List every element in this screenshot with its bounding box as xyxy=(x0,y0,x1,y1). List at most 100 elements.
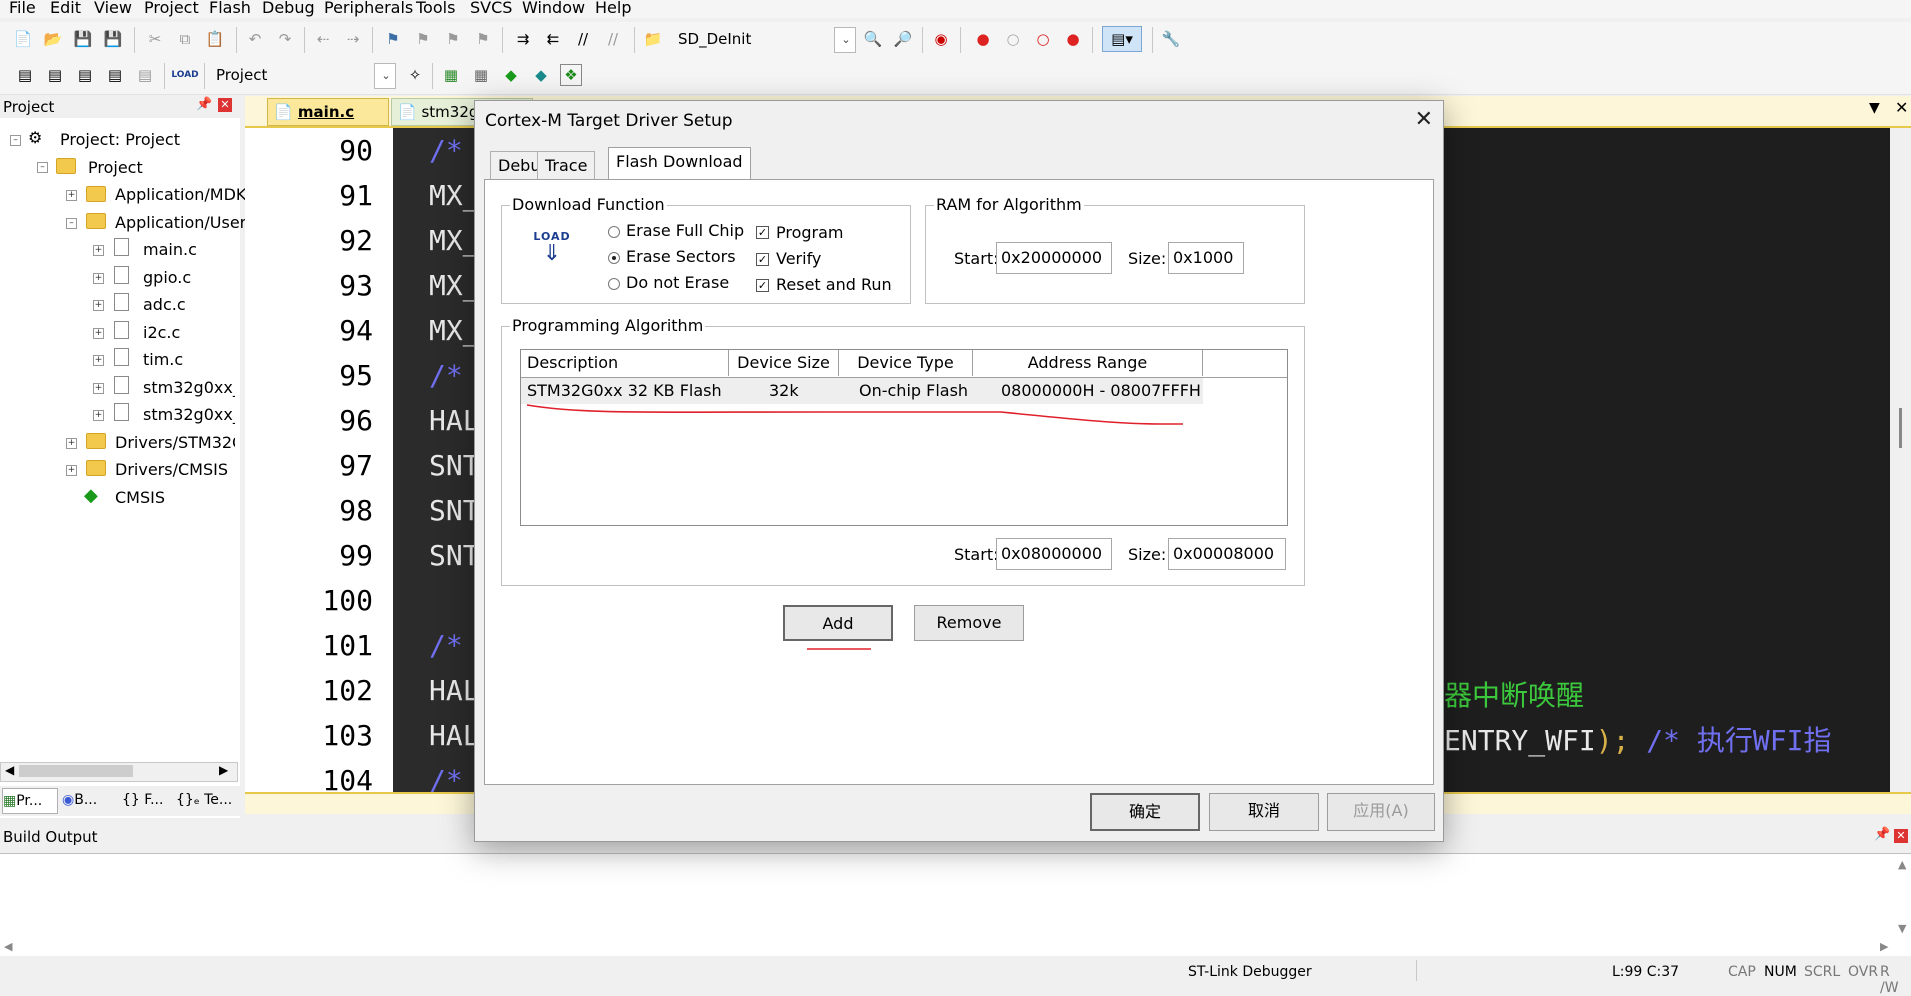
checkbox-program[interactable]: ✓ xyxy=(756,226,769,239)
nav-forward-icon[interactable]: ⇢ xyxy=(342,28,364,50)
batch-build-icon[interactable]: ▤ xyxy=(104,64,126,86)
algo-start-input[interactable]: 0x08000000 xyxy=(996,538,1112,570)
ram-size-input[interactable]: 0x1000 xyxy=(1168,242,1244,274)
tab-functions[interactable]: {} F... xyxy=(122,788,172,812)
incremental-find-icon[interactable]: 🔎 xyxy=(892,28,914,50)
pack-installer-icon[interactable]: ◆ xyxy=(530,64,552,86)
tree-item[interactable]: i2c.c xyxy=(143,323,180,342)
tree-item[interactable]: gpio.c xyxy=(143,268,191,287)
tree-group-project[interactable]: Project xyxy=(88,158,143,177)
cut-icon[interactable]: ✂ xyxy=(144,28,166,50)
scroll-thumb[interactable] xyxy=(19,765,133,777)
menu-tools[interactable]: Tools xyxy=(416,0,455,17)
undo-icon[interactable]: ↶ xyxy=(244,28,266,50)
target-combo[interactable]: Project xyxy=(210,63,396,89)
tree-item[interactable]: Application/MDK xyxy=(115,185,246,204)
scroll-right-icon[interactable]: ▶ xyxy=(1880,940,1888,953)
tree-item[interactable]: CMSIS xyxy=(115,488,165,507)
column-header[interactable]: Device Type xyxy=(839,350,973,376)
expand-icon[interactable]: + xyxy=(66,465,77,476)
window-layout-icon[interactable]: ▤▾ xyxy=(1102,26,1142,52)
expand-icon[interactable]: + xyxy=(93,383,104,394)
clear-bookmarks-icon[interactable]: ⚑ xyxy=(472,28,494,50)
kill-breakpoints-icon[interactable]: ● xyxy=(1062,28,1084,50)
manage-run-time-icon[interactable]: ◆ xyxy=(500,64,522,86)
add-button[interactable]: Add xyxy=(783,605,893,641)
radio-erase-sectors[interactable] xyxy=(608,252,620,264)
tab-trace[interactable]: Trace xyxy=(537,151,596,179)
close-icon[interactable]: ✕ xyxy=(1894,829,1908,843)
close-icon[interactable]: ✕ xyxy=(218,98,232,112)
expand-icon[interactable]: + xyxy=(66,438,77,449)
pin-icon[interactable]: 📌 xyxy=(196,97,212,112)
tab-project[interactable]: ▦Pr... xyxy=(2,788,58,814)
vertical-scrollbar[interactable] xyxy=(1890,128,1911,792)
save-all-icon[interactable]: 💾 xyxy=(102,28,124,50)
rebuild-icon[interactable]: ▤ xyxy=(74,64,96,86)
radio-label[interactable]: Do not Erase xyxy=(626,273,729,292)
redo-icon[interactable]: ↷ xyxy=(274,28,296,50)
unindent-icon[interactable]: ⇇ xyxy=(542,28,564,50)
scroll-up-icon[interactable]: ▲ xyxy=(1898,858,1906,871)
menu-project[interactable]: Project xyxy=(144,0,199,17)
find-in-files-icon[interactable]: 📁 xyxy=(642,28,664,50)
function-combo[interactable]: SD_DeInit xyxy=(672,27,856,53)
translate-icon[interactable]: ▤ xyxy=(14,64,36,86)
chevron-down-icon[interactable]: ▼ xyxy=(1869,100,1880,116)
bookmark-icon[interactable]: ⚑ xyxy=(382,28,404,50)
expand-icon[interactable]: + xyxy=(93,355,104,366)
prev-bookmark-icon[interactable]: ⚑ xyxy=(412,28,434,50)
column-header[interactable]: Description xyxy=(521,350,729,376)
scroll-thumb[interactable] xyxy=(1899,408,1902,448)
comment-icon[interactable]: // xyxy=(572,28,594,50)
menu-view[interactable]: View xyxy=(94,0,132,17)
ram-start-input[interactable]: 0x20000000 xyxy=(996,242,1112,274)
menu-help[interactable]: Help xyxy=(595,0,631,17)
select-packs-icon[interactable]: ▦ xyxy=(470,64,492,86)
tree-item[interactable]: Drivers/STM32G xyxy=(115,433,235,452)
expand-icon[interactable]: + xyxy=(93,245,104,256)
function-combo-dropdown[interactable]: ⌄ xyxy=(834,27,856,53)
algo-size-input[interactable]: 0x00008000 xyxy=(1168,538,1286,570)
scroll-left-icon[interactable]: ◀ xyxy=(4,940,12,953)
tab-templates[interactable]: {}ₑ Te... xyxy=(176,788,238,812)
table-row[interactable]: STM32G0xx 32 KB Flash 32k On-chip Flash … xyxy=(521,378,1203,404)
open-folder-icon[interactable]: 📂 xyxy=(42,28,64,50)
next-bookmark-icon[interactable]: ⚑ xyxy=(442,28,464,50)
configure-icon[interactable]: 🔧 xyxy=(1160,28,1182,50)
collapse-icon[interactable]: – xyxy=(66,218,77,229)
expand-icon[interactable]: + xyxy=(93,273,104,284)
radio-label[interactable]: Erase Sectors xyxy=(626,247,736,266)
paste-icon[interactable]: 📋 xyxy=(204,28,226,50)
menu-peripherals[interactable]: Peripherals xyxy=(324,0,413,17)
expand-icon[interactable]: + xyxy=(93,300,104,311)
indent-icon[interactable]: ⇉ xyxy=(512,28,534,50)
find-icon[interactable]: 🔍 xyxy=(862,28,884,50)
tab-flash-download[interactable]: Flash Download xyxy=(608,147,751,180)
menu-svcs[interactable]: SVCS xyxy=(470,0,512,17)
menu-flash[interactable]: Flash xyxy=(209,0,251,17)
target-combo-dropdown[interactable]: ⌄ xyxy=(374,63,396,89)
checkbox-reset-and-run[interactable]: ✓ xyxy=(756,279,769,292)
menu-edit[interactable]: Edit xyxy=(50,0,81,17)
tree-item[interactable]: Drivers/CMSIS xyxy=(115,460,228,479)
tree-item[interactable]: stm32g0xx_h xyxy=(143,405,235,424)
tree-root[interactable]: Project: Project xyxy=(60,130,180,149)
expand-icon[interactable]: + xyxy=(93,410,104,421)
menu-file[interactable]: File xyxy=(9,0,36,17)
disable-breakpoint-icon[interactable]: ○ xyxy=(1002,28,1024,50)
column-header[interactable]: Device Size xyxy=(729,350,839,376)
build-output-pane[interactable]: ◀ ▶ ▲ ▼ xyxy=(0,853,1911,956)
checkbox-verify[interactable]: ✓ xyxy=(756,253,769,266)
tree-item[interactable]: main.c xyxy=(143,240,197,259)
disable-all-breakpoints-icon[interactable]: ○ xyxy=(1032,28,1054,50)
scroll-right-icon[interactable]: ▶ xyxy=(219,763,228,777)
checkbox-label[interactable]: Program xyxy=(776,223,844,242)
scroll-left-icon[interactable]: ◀ xyxy=(5,763,14,777)
target-options-icon[interactable]: ✧ xyxy=(404,64,426,86)
radio-erase-full-chip[interactable] xyxy=(608,226,620,238)
menu-window[interactable]: Window xyxy=(522,0,585,17)
collapse-icon[interactable]: – xyxy=(37,162,48,173)
tab-main-c[interactable]: 📄 main.c xyxy=(267,98,389,126)
column-header[interactable]: Address Range xyxy=(973,350,1203,376)
